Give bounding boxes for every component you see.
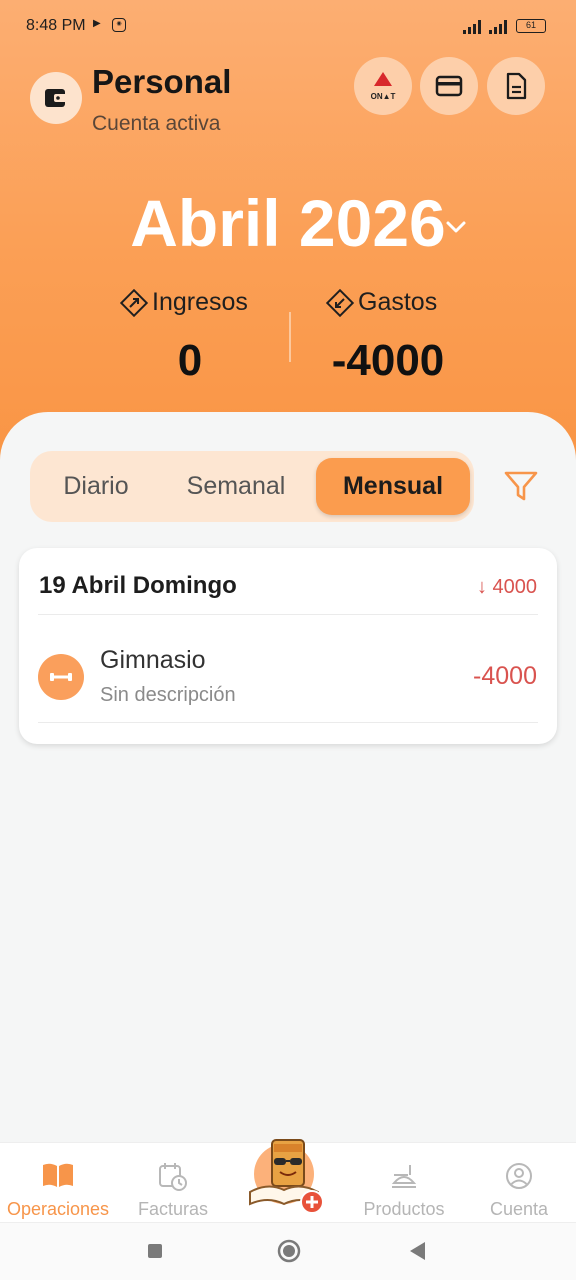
wallet-button[interactable] — [30, 72, 82, 124]
card-button[interactable] — [420, 57, 478, 115]
transaction-description: Sin descripción — [100, 684, 236, 706]
book-icon — [43, 1163, 73, 1187]
battery-icon: 61 — [516, 19, 546, 33]
status-bar: 8:48 PM ▶ ◉ 61 — [0, 0, 576, 54]
mascot-add-icon — [249, 1139, 324, 1214]
credit-card-icon — [435, 75, 463, 97]
user-circle-icon — [506, 1163, 532, 1189]
transaction-amount: -4000 — [473, 662, 537, 690]
dumbbell-icon — [38, 654, 84, 700]
transaction-name: Gimnasio — [100, 646, 206, 674]
account-name[interactable]: Personal — [92, 63, 231, 101]
nav-facturas[interactable]: Facturas — [116, 1143, 230, 1223]
onat-label: ON▲T — [370, 92, 396, 101]
home-icon[interactable] — [277, 1239, 301, 1263]
nav-label: Cuenta — [489, 1199, 549, 1219]
document-icon — [506, 72, 527, 100]
day-card: 19 Abril Domingo ↓ 4000 Gimnasio Sin des… — [19, 548, 557, 744]
app-notification-icon: ◉ — [112, 18, 126, 32]
nav-productos[interactable]: Productos — [346, 1143, 462, 1223]
recents-icon[interactable] — [147, 1243, 163, 1259]
tab-mensual[interactable]: Mensual — [316, 458, 470, 515]
products-icon — [391, 1165, 417, 1188]
onat-button[interactable]: ON▲T — [354, 57, 412, 115]
income-arrow-icon — [120, 288, 148, 317]
nav-operaciones[interactable]: Operaciones — [0, 1143, 116, 1223]
expense-arrow-icon — [326, 288, 354, 317]
chevron-down-icon[interactable] — [444, 218, 468, 236]
period-tabs: Diario Semanal Mensual — [30, 451, 474, 522]
nav-label: Operaciones — [6, 1199, 110, 1219]
day-total: ↓ 4000 — [476, 576, 537, 598]
tab-semanal[interactable]: Semanal — [166, 458, 306, 515]
nav-label: Facturas — [137, 1199, 209, 1219]
expense-label: Gastos — [326, 288, 437, 317]
income-value: 0 — [177, 336, 203, 385]
nav-cuenta[interactable]: Cuenta — [462, 1143, 576, 1223]
calendar-clock-icon — [159, 1163, 187, 1191]
divider — [38, 722, 538, 723]
signal-icon — [463, 20, 481, 34]
nav-label: Productos — [363, 1199, 445, 1219]
day-date: 19 Abril Domingo — [39, 572, 237, 599]
add-operation-button[interactable] — [244, 1132, 332, 1216]
income-label: Ingresos — [120, 288, 248, 317]
divider — [38, 614, 538, 615]
onat-logo-icon — [374, 72, 392, 86]
status-time: 8:48 PM — [26, 17, 86, 34]
signal-icon — [489, 20, 507, 34]
month-selector[interactable]: Abril 2026 — [0, 185, 576, 261]
filter-icon[interactable] — [502, 468, 540, 504]
back-icon[interactable] — [408, 1241, 426, 1261]
tab-diario[interactable]: Diario — [38, 458, 154, 515]
expense-value: -4000 — [331, 336, 445, 385]
summary-divider — [289, 312, 291, 362]
account-subtitle: Cuenta activa — [92, 112, 221, 135]
system-navigation-bar — [0, 1222, 576, 1280]
wallet-icon — [45, 89, 67, 107]
report-button[interactable] — [487, 57, 545, 115]
play-icon: ▶ — [93, 18, 101, 29]
